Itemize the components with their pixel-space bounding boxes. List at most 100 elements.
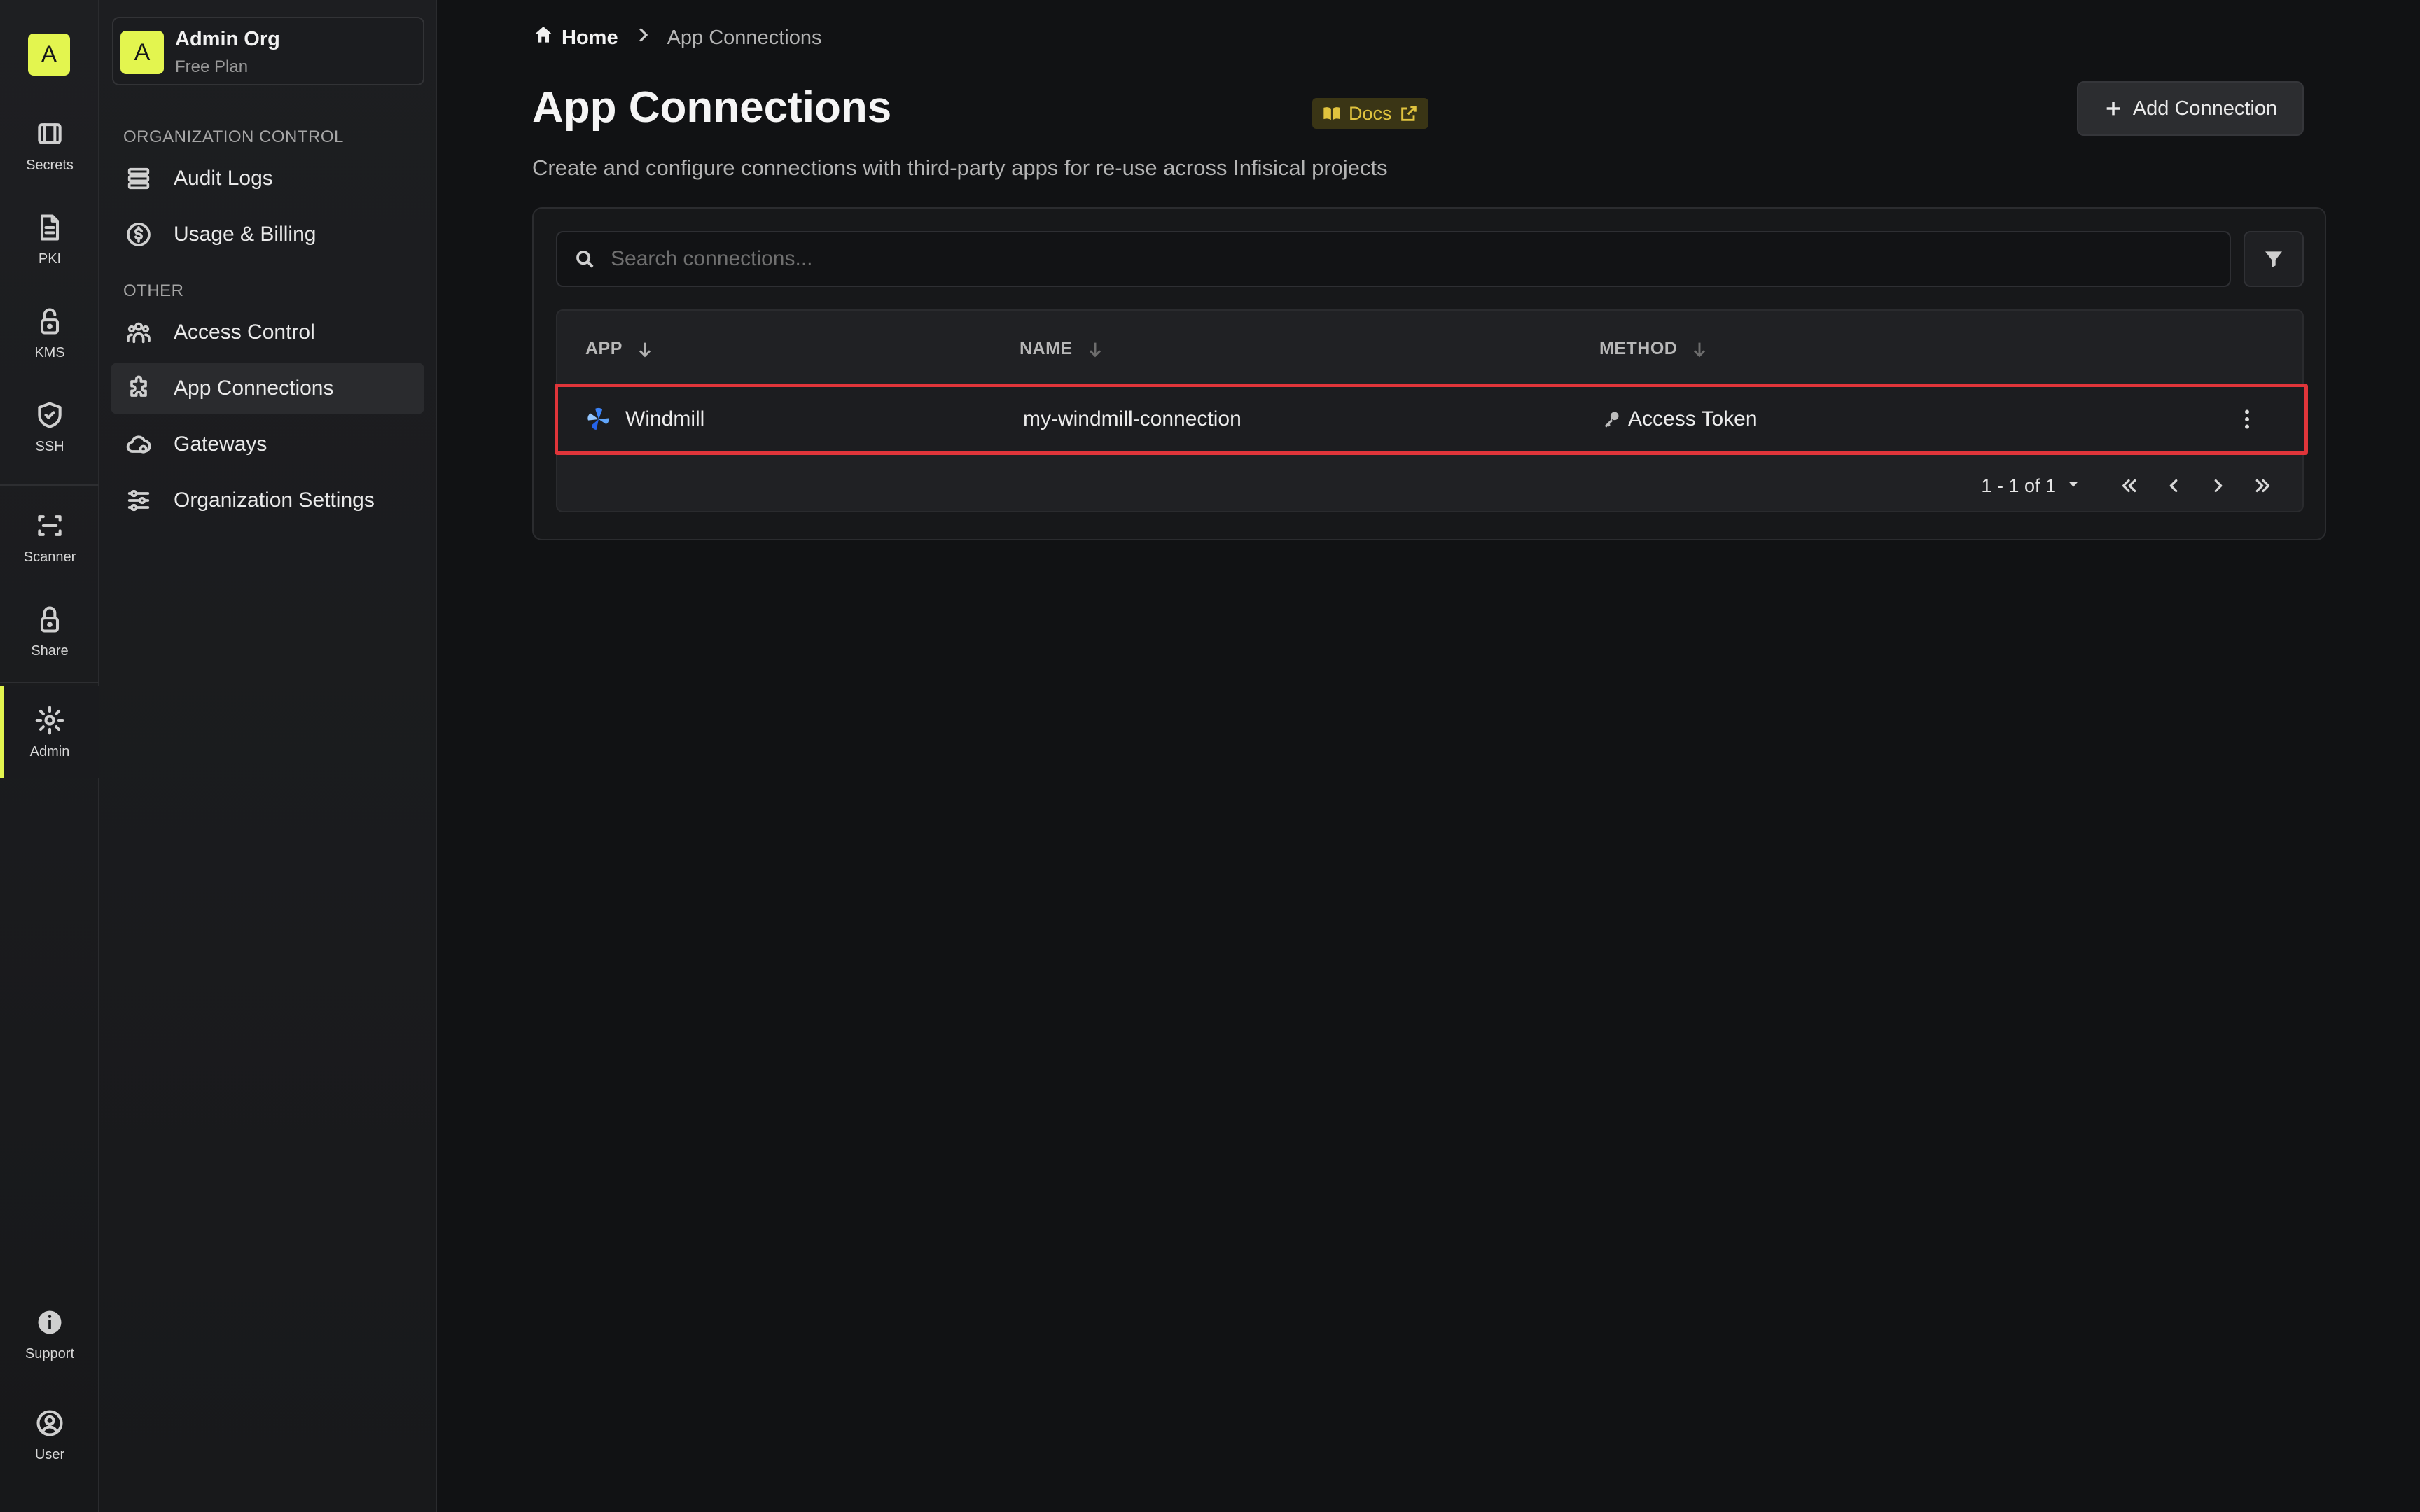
rail-item-label: KMS: [34, 344, 65, 360]
rail-item-scanner[interactable]: Scanner: [0, 491, 99, 584]
sidebar-item-audit-logs[interactable]: Audit Logs: [111, 153, 424, 204]
prev-page-button[interactable]: [2155, 468, 2192, 504]
info-icon: [38, 1310, 62, 1334]
org-name: Admin Org: [175, 28, 280, 50]
plus-icon: [2106, 102, 2120, 115]
org-plan: Free Plan: [175, 57, 249, 76]
connection-name: my-windmill-connection: [1023, 407, 1242, 430]
org-avatar: A: [120, 31, 164, 74]
book-icon: [1323, 107, 1340, 120]
connections-card: APP NAME METHOD Windm: [532, 207, 2326, 540]
sidebar-item-organization-settings[interactable]: Organization Settings: [111, 475, 424, 526]
filter-icon: [2265, 251, 2282, 267]
method-cell: Access Token: [1601, 387, 1758, 451]
last-page-button[interactable]: [2245, 468, 2281, 504]
home-icon[interactable]: [532, 24, 555, 52]
users-icon: [123, 317, 154, 348]
user-icon: [36, 1409, 63, 1436]
chevrons-right-icon: [2255, 479, 2270, 493]
rail-item-user[interactable]: User: [0, 1389, 99, 1481]
gear-icon: [35, 706, 64, 734]
add-connection-button[interactable]: Add Connection: [2077, 81, 2304, 136]
section-heading-organization-control: ORGANIZATION CONTROL: [123, 127, 344, 146]
rail-item-label: PKI: [38, 251, 62, 267]
org-sidebar: A Admin Org Free Plan ORGANIZATION CONTR…: [99, 0, 437, 1512]
connections-table: APP NAME METHOD Windmill my-windmill-con…: [555, 309, 2308, 512]
rail-item-admin[interactable]: Admin: [0, 686, 99, 778]
arrow-down-icon: [1089, 342, 1101, 357]
breadcrumb-home[interactable]: Home: [562, 27, 618, 50]
page-title: App Connections: [532, 83, 892, 132]
rail-item-pki[interactable]: PKI: [0, 193, 99, 286]
rail-item-label: Share: [31, 643, 69, 659]
rail-item-label: Admin: [29, 743, 70, 760]
section-heading-other: OTHER: [123, 281, 184, 300]
column-header-label: APP: [585, 339, 623, 358]
rail-divider: [0, 484, 99, 486]
filter-button[interactable]: [2244, 231, 2304, 287]
rail-divider: [0, 682, 99, 683]
rail-item-label: User: [34, 1446, 65, 1462]
search-bar: [556, 231, 2231, 287]
rail-item-label: Scanner: [23, 549, 76, 565]
scan-icon: [38, 514, 62, 536]
document-icon: [40, 214, 60, 241]
page-subtitle: Create and configure connections with th…: [532, 155, 1388, 180]
lock-icon: [40, 606, 60, 633]
chevron-right-icon: [618, 24, 667, 51]
cloud-icon: [123, 429, 154, 460]
rail-item-label: Secrets: [26, 157, 74, 173]
rail-item-secrets[interactable]: Secrets: [0, 99, 99, 192]
puzzle-icon: [123, 373, 154, 404]
sidebar-item-app-connections[interactable]: App Connections: [111, 363, 424, 414]
more-vertical-icon: [2245, 410, 2249, 429]
arrow-down-icon: [1694, 342, 1706, 357]
docs-link[interactable]: Docs: [1312, 98, 1428, 129]
sidebar-item-label: Organization Settings: [174, 489, 375, 512]
sidebar-item-label: App Connections: [174, 377, 334, 400]
dollar-icon: [123, 219, 154, 250]
column-header-label: NAME: [1020, 339, 1073, 358]
rail-item-support[interactable]: Support: [0, 1288, 99, 1380]
org-switcher[interactable]: A Admin Org Free Plan: [112, 17, 424, 85]
table-row[interactable]: Windmill my-windmill-connection Access T…: [555, 384, 2308, 455]
breadcrumb-current: App Connections: [667, 26, 822, 49]
rail-item-share[interactable]: Share: [0, 585, 99, 678]
sidebar-item-gateways[interactable]: Gateways: [111, 419, 424, 470]
sidebar-item-usage-billing[interactable]: Usage & Billing: [111, 209, 424, 260]
app-cell: Windmill: [585, 387, 704, 451]
chevrons-left-icon: [2122, 479, 2136, 493]
column-header-name[interactable]: NAME: [1020, 339, 1105, 359]
main-content: Home App Connections App Connections Doc…: [438, 0, 2420, 1512]
pagination-summary[interactable]: 1 - 1 of 1: [1981, 475, 2056, 497]
org-logo[interactable]: A: [28, 34, 70, 76]
icon-rail: A Secrets PKI KMS SSH Scanner Share Admi…: [0, 0, 99, 1512]
search-icon: [576, 251, 594, 268]
column-header-method[interactable]: METHOD: [1599, 339, 1709, 359]
sidebar-item-label: Access Control: [174, 321, 315, 344]
add-connection-label: Add Connection: [2132, 97, 2278, 120]
shield-check-icon: [38, 401, 62, 428]
caret-down-icon[interactable]: [2056, 475, 2081, 497]
external-link-icon: [1400, 106, 1417, 121]
app-name: Windmill: [625, 407, 705, 430]
sidebar-item-label: Audit Logs: [174, 167, 273, 190]
sidebar-item-label: Usage & Billing: [174, 223, 317, 246]
first-page-button[interactable]: [2110, 468, 2147, 504]
sidebar-item-label: Gateways: [174, 433, 267, 456]
next-page-button[interactable]: [2200, 468, 2237, 504]
rail-item-label: SSH: [35, 438, 64, 454]
chevron-left-icon: [2169, 479, 2178, 493]
column-header-label: METHOD: [1599, 339, 1678, 358]
windmill-icon: [587, 407, 609, 430]
arrow-down-icon: [639, 342, 651, 357]
docs-label: Docs: [1349, 102, 1392, 124]
row-options-button[interactable]: [2230, 402, 2264, 436]
column-header-app[interactable]: APP: [585, 339, 655, 359]
rail-item-ssh[interactable]: SSH: [0, 381, 99, 473]
key-icon: [1604, 412, 1619, 428]
search-input[interactable]: [611, 247, 2151, 271]
rail-item-kms[interactable]: KMS: [0, 287, 99, 379]
lock-open-icon: [40, 308, 60, 335]
sidebar-item-access-control[interactable]: Access Control: [111, 307, 424, 358]
